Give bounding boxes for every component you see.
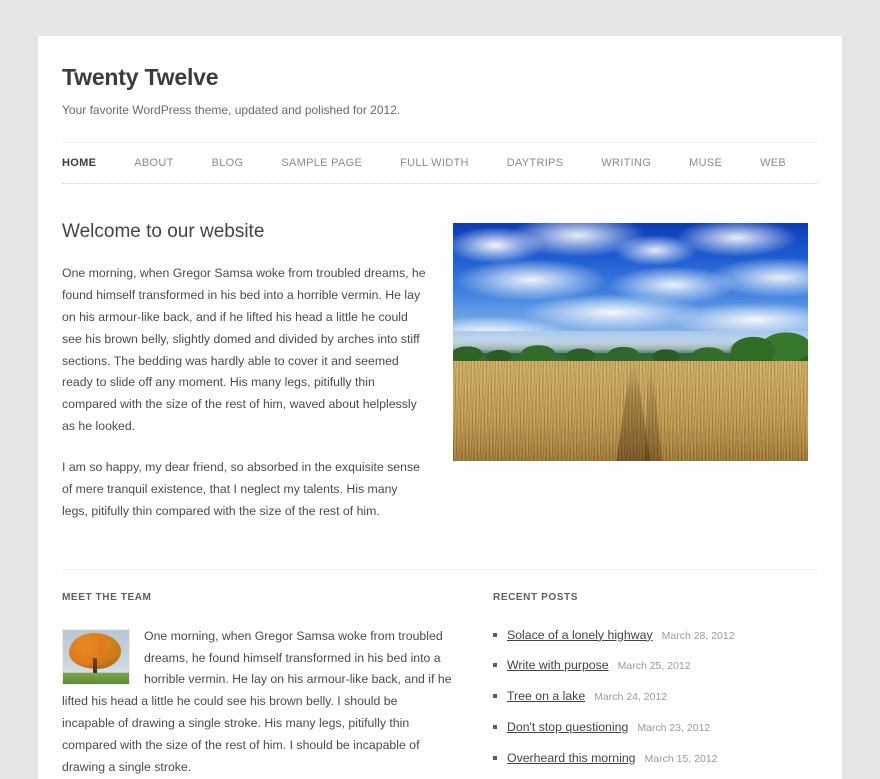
nav-link-blog[interactable]: BLOG [212,155,244,171]
nav-item-blog: BLOG [212,155,282,171]
widget-title-meet-the-team: MEET THE TEAM [62,591,152,603]
site-title[interactable]: Twenty Twelve [62,64,818,92]
site-description: Your favorite WordPress theme, updated a… [62,102,401,117]
nav-link-sample-page[interactable]: SAMPLE PAGE [281,155,362,171]
recent-post-link[interactable]: Write with purpose [507,658,609,672]
recent-post-date: March 25, 2012 [617,660,691,673]
intro-body: One morning, when Gregor Samsa woke from… [62,263,426,523]
recent-post-date: March 23, 2012 [637,721,711,734]
primary-navigation: HOME ABOUT BLOG SAMPLE PAGE FULL WIDTH D… [62,142,818,185]
list-item: Overheard this morning March 15, 2012 [493,749,818,768]
front-page-intro: Welcome to our website One morning, when… [62,184,818,552]
nav-item-home: HOME [62,155,134,171]
list-item: Tree on a lake March 24, 2012 [493,687,818,706]
intro-paragraph-2: I am so happy, my dear friend, so absorb… [62,460,420,518]
site-page-container: Twenty Twelve Your favorite WordPress th… [38,36,842,779]
recent-post-link[interactable]: Solace of a lonely highway [507,628,653,642]
nav-link-daytrips[interactable]: DAYTRIPS [507,155,564,171]
recent-post-date: March 15, 2012 [644,752,718,765]
nav-item-full-width: FULL WIDTH [400,155,507,171]
widget-recent-posts: RECENT POSTS Solace of a lonely highway M… [482,592,818,779]
nav-item-sample-page: SAMPLE PAGE [281,155,400,171]
recent-post-date: March 28, 2012 [661,629,735,642]
hero-image-wheat-field [453,223,808,462]
nav-item-muse: MUSE [689,155,760,171]
nav-link-home[interactable]: HOME [62,155,96,171]
nav-link-web[interactable]: WEB [760,155,786,171]
nav-item-daytrips: DAYTRIPS [507,155,602,171]
intro-paragraph-1: One morning, when Gregor Samsa woke from… [62,266,426,434]
recent-post-date: March 24, 2012 [594,691,668,704]
nav-link-writing[interactable]: WRITING [601,155,651,171]
recent-post-link[interactable]: Overheard this morning [507,751,636,765]
widget-meet-the-team: MEET THE TEAM One morning, when Gregor S… [62,592,482,779]
team-thumbnail-tree-image[interactable] [62,628,130,685]
intro-media-column [442,220,818,522]
team-widget-body: One morning, when Gregor Samsa woke from… [62,626,452,779]
front-page-widget-area: MEET THE TEAM One morning, when Gregor S… [62,570,818,779]
list-item: Write with purpose March 25, 2012 [493,656,818,675]
widget-title-recent-posts: RECENT POSTS [493,591,578,603]
nav-link-muse[interactable]: MUSE [689,155,722,171]
site-header: Twenty Twelve Your favorite WordPress th… [62,36,818,185]
tree-grass [63,672,129,684]
nav-item-writing: WRITING [601,155,689,171]
nav-link-about[interactable]: ABOUT [134,155,173,171]
list-item: Solace of a lonely highway March 28, 2012 [493,626,818,645]
recent-post-link[interactable]: Don't stop questioning [507,720,628,734]
list-item: Don't stop questioning March 23, 2012 [493,718,818,737]
nav-link-full-width[interactable]: FULL WIDTH [400,155,469,171]
nav-list: HOME ABOUT BLOG SAMPLE PAGE FULL WIDTH D… [62,155,818,171]
recent-post-link[interactable]: Tree on a lake [507,689,585,703]
page-title: Welcome to our website [62,221,265,243]
nav-item-about: ABOUT [134,155,211,171]
recent-posts-list: Solace of a lonely highway March 28, 2012… [493,626,818,768]
intro-text-column: Welcome to our website One morning, when… [62,220,442,522]
nav-item-web: WEB [760,155,824,171]
